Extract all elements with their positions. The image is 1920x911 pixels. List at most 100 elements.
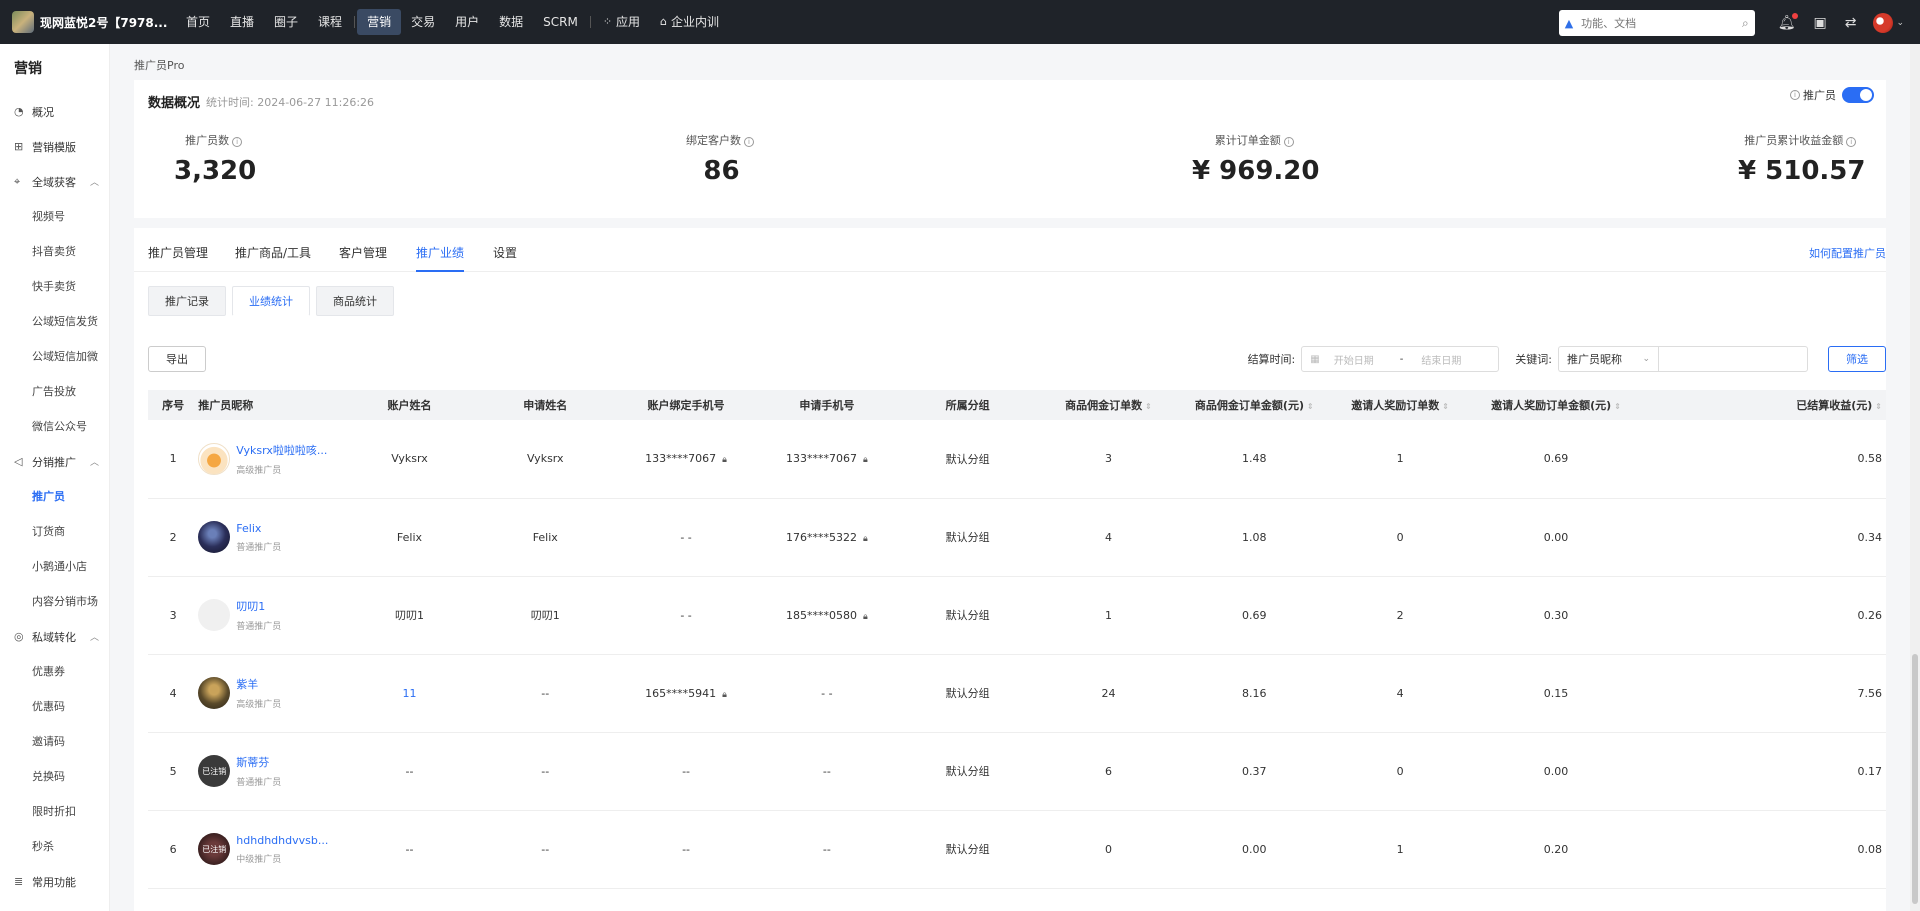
subtab-goods-stats[interactable]: 商品统计 <box>316 286 394 316</box>
cell-group: 默认分组 <box>892 420 1043 498</box>
top-nav-item[interactable]: 数据 <box>489 9 533 35</box>
top-nav-item[interactable]: ⁘ 应用 <box>593 9 650 35</box>
nav-separator <box>589 16 591 28</box>
promoter-name-link[interactable]: 紫羊 <box>236 676 281 692</box>
lock-icon[interactable]: 🔒︎ <box>863 455 868 465</box>
promoter-name-link[interactable]: Vyksrx啦啦啦咳... <box>236 442 327 458</box>
promoter-name-link[interactable]: Felix <box>236 522 281 535</box>
search-icon[interactable]: ⌕ <box>1742 16 1749 31</box>
cell-settled: 0.58 <box>1647 420 1886 498</box>
top-nav-item[interactable]: 圈子 <box>264 9 308 35</box>
col-header-sortable[interactable]: 商品佣金订单金额(元) ⇕ <box>1174 390 1335 420</box>
subtab-stats[interactable]: 业绩统计 <box>232 286 310 316</box>
sort-icon[interactable]: ⇕ <box>1614 402 1621 411</box>
page-scrollbar[interactable] <box>1910 44 1920 911</box>
filter-button[interactable]: 筛选 <box>1828 346 1886 372</box>
chevron-up-icon[interactable]: ︿ <box>90 175 99 188</box>
cell-value: 0.69 <box>1242 608 1267 622</box>
lock-icon[interactable]: 🔒︎ <box>863 534 868 544</box>
promoter-level: 普通推广员 <box>236 622 282 632</box>
sidebar-item[interactable]: 优惠码 <box>0 689 109 724</box>
sidebar-item[interactable]: 优惠券 <box>0 654 109 689</box>
sidebar-group[interactable]: ⌖ 全域获客 ︿ <box>0 164 109 199</box>
sidebar-item[interactable]: 秒杀 <box>0 829 109 864</box>
sidebar-group[interactable]: ◁ 分销推广 ︿ <box>0 444 109 479</box>
lock-icon[interactable]: 🔒︎ <box>722 690 727 700</box>
sidebar-group[interactable]: ⊞ 营销模版 <box>0 129 109 164</box>
tab-performance[interactable]: 推广业绩 <box>416 244 465 272</box>
sort-icon[interactable]: ⇕ <box>1875 402 1882 411</box>
top-nav-item[interactable]: SCRM <box>533 9 588 35</box>
store-icon[interactable]: ▣ <box>1813 15 1826 31</box>
info-icon[interactable]: i <box>1846 137 1857 147</box>
top-nav-item[interactable]: 营销 <box>357 9 402 35</box>
promoter-name-link[interactable]: 斯蒂芬 <box>236 754 281 770</box>
top-nav-item[interactable]: 用户 <box>445 9 489 35</box>
keyword-input[interactable] <box>1658 346 1808 372</box>
col-header-sortable[interactable]: 已结算收益(元) ⇕ <box>1647 390 1886 420</box>
cell-value: 0 <box>1104 842 1112 856</box>
cell-value: 1.08 <box>1242 530 1267 544</box>
sidebar-group[interactable]: ≣ 常用功能 <box>0 864 109 899</box>
sidebar-item[interactable]: 公域短信发货 <box>0 304 109 339</box>
sidebar-group[interactable]: ◔ 概况 <box>0 94 109 129</box>
sidebar-item[interactable]: 邀请码 <box>0 724 109 759</box>
sidebar-item[interactable]: 快手卖货 <box>0 269 109 304</box>
tab-settings[interactable]: 设置 <box>493 244 517 261</box>
global-search[interactable]: ▲ ⌕ <box>1558 10 1755 36</box>
notification-bell-icon[interactable]: 🔔︎ <box>1778 13 1799 31</box>
sidebar-item[interactable]: 兑换码 <box>0 759 109 794</box>
chevron-down-icon[interactable]: ⌄ <box>1896 18 1904 28</box>
tab-promoter-manage[interactable]: 推广员管理 <box>148 244 208 261</box>
lock-icon[interactable]: 🔒︎ <box>722 455 727 465</box>
sidebar-item[interactable]: 推广员 <box>0 479 109 514</box>
lock-icon[interactable]: 🔒︎ <box>863 612 868 622</box>
info-icon[interactable]: i <box>232 137 243 147</box>
chevron-up-icon[interactable]: ︿ <box>90 630 99 643</box>
sidebar-item[interactable]: 微信公众号 <box>0 409 109 444</box>
info-icon[interactable]: i <box>744 137 754 147</box>
sort-icon[interactable]: ⇕ <box>1145 402 1152 411</box>
sidebar-item[interactable]: 限时折扣 <box>0 794 109 829</box>
top-nav-item[interactable]: 首页 <box>176 9 220 35</box>
export-button[interactable]: 导出 <box>148 346 206 372</box>
sidebar-item[interactable]: 公域短信加微 <box>0 339 109 374</box>
start-date-placeholder[interactable]: 开始日期 <box>1334 352 1374 367</box>
chevron-up-icon[interactable]: ︿ <box>90 455 99 468</box>
sidebar-item[interactable]: 广告投放 <box>0 374 109 409</box>
top-nav-item[interactable]: 交易 <box>401 9 445 35</box>
sort-icon[interactable]: ⇕ <box>1442 402 1449 411</box>
keyword-type-select[interactable]: 推广员昵称 ⌄ <box>1558 346 1658 372</box>
help-link[interactable]: 如何配置推广员 <box>1809 245 1886 261</box>
top-nav-label: 直播 <box>230 15 255 29</box>
scrollbar-thumb[interactable] <box>1912 654 1918 904</box>
sort-icon[interactable]: ⇕ <box>1307 402 1314 411</box>
end-date-placeholder[interactable]: 结束日期 <box>1421 352 1461 367</box>
top-nav-item[interactable]: 直播 <box>220 9 264 35</box>
sidebar-item[interactable]: 小鹅通小店 <box>0 549 109 584</box>
promoter-level: 中级推广员 <box>236 854 282 865</box>
subtab-records[interactable]: 推广记录 <box>148 286 226 316</box>
tab-promote-goods[interactable]: 推广商品/工具 <box>235 244 311 261</box>
top-nav-item[interactable]: ⌂ 企业内训 <box>650 9 729 35</box>
sidebar-group[interactable]: ◎ 私域转化 ︿ <box>0 619 109 654</box>
switch-icon[interactable]: ⇄ <box>1845 15 1857 31</box>
col-header-sortable[interactable]: 商品佣金订单数 ⇕ <box>1043 390 1174 420</box>
col-header-sortable[interactable]: 邀请人奖励订单数 ⇕ <box>1335 390 1466 420</box>
sidebar-item[interactable]: 抖音卖货 <box>0 234 109 269</box>
tab-customer-manage[interactable]: 客户管理 <box>339 244 387 261</box>
info-icon[interactable]: i <box>1790 90 1800 100</box>
info-icon[interactable]: i <box>1283 137 1294 147</box>
sidebar-item[interactable]: 内容分销市场 <box>0 584 109 619</box>
promoter-name-link[interactable]: hdhdhdhdvvsb... <box>236 834 328 847</box>
app-logo[interactable]: 现网蓝悦2号【7978... <box>12 11 172 33</box>
global-search-input[interactable] <box>1581 16 1742 30</box>
promoter-toggle[interactable] <box>1842 87 1874 103</box>
top-nav-item[interactable]: 课程 <box>308 9 352 35</box>
user-avatar[interactable] <box>1873 13 1894 33</box>
date-range-picker[interactable]: ▦ 开始日期 - 结束日期 <box>1301 346 1500 372</box>
sidebar-item[interactable]: 视频号 <box>0 199 109 234</box>
promoter-name-link[interactable]: 叨叨1 <box>236 598 281 614</box>
sidebar-item[interactable]: 订货商 <box>0 514 109 549</box>
col-header-sortable[interactable]: 邀请人奖励订单金额(元) ⇕ <box>1466 390 1647 420</box>
